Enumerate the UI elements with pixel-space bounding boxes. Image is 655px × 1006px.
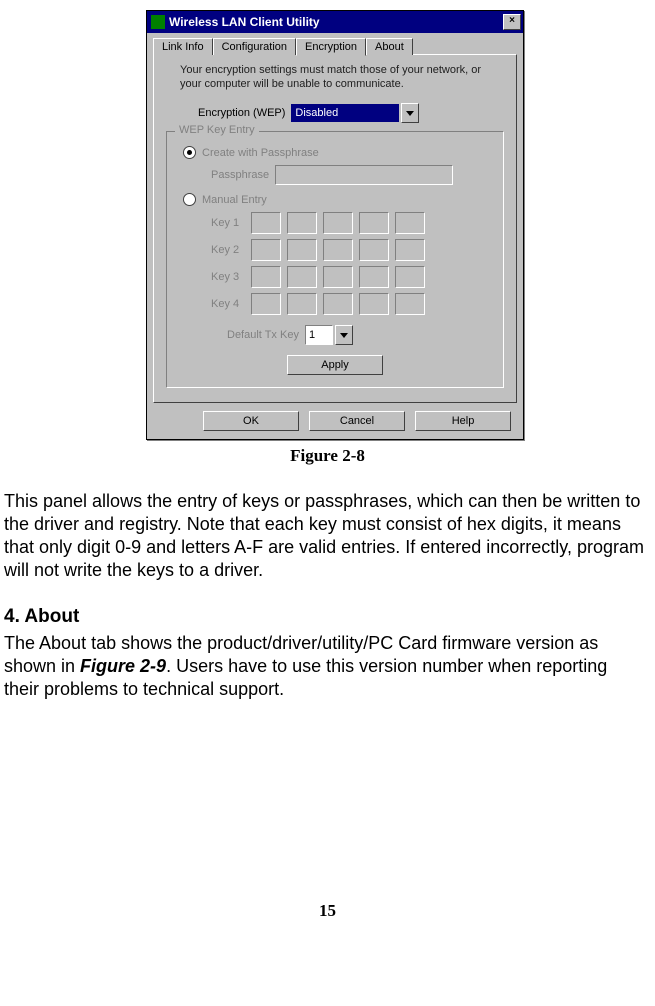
apply-button[interactable]: Apply (287, 355, 383, 375)
key3-label: Key 3 (211, 271, 251, 283)
dropdown-button[interactable] (335, 325, 353, 345)
key-grid: Key 1 Key 2 (211, 212, 493, 315)
encryption-panel: Your encryption settings must match thos… (153, 54, 517, 403)
passphrase-label: Passphrase (211, 169, 269, 181)
wlan-dialog: Wireless LAN Client Utility × Link Info … (146, 10, 524, 440)
paragraph-2: The About tab shows the product/driver/u… (4, 632, 647, 701)
key1-cell-5[interactable] (395, 212, 425, 234)
key1-cell-4[interactable] (359, 212, 389, 234)
wep-key-entry-group: WEP Key Entry Create with Passphrase Pas… (166, 131, 504, 388)
dropdown-button[interactable] (401, 103, 419, 123)
page-number: 15 (0, 901, 655, 921)
key1-cell-1[interactable] (251, 212, 281, 234)
encryption-value: Disabled (295, 107, 338, 119)
ok-label: OK (243, 415, 259, 427)
key3-cell-4[interactable] (359, 266, 389, 288)
default-tx-key-value: 1 (309, 329, 315, 341)
close-icon[interactable]: × (503, 14, 521, 30)
tab-label: Configuration (222, 41, 287, 53)
key2-cell-1[interactable] (251, 239, 281, 261)
chevron-down-icon (406, 111, 414, 116)
figure-caption: Figure 2-8 (0, 446, 655, 466)
key2-cell-4[interactable] (359, 239, 389, 261)
key2-cell-5[interactable] (395, 239, 425, 261)
tab-strip: Link Info Configuration Encryption About (153, 37, 517, 55)
heading-about: 4. About (4, 606, 655, 628)
default-tx-key-label: Default Tx Key (227, 329, 299, 341)
tab-about[interactable]: About (366, 38, 413, 55)
figure-reference: Figure 2-9 (80, 656, 166, 676)
key3-cell-3[interactable] (323, 266, 353, 288)
key2-label: Key 2 (211, 244, 251, 256)
panel-message: Your encryption settings must match thos… (164, 63, 506, 99)
key1-cell-3[interactable] (323, 212, 353, 234)
radio-passphrase-label: Create with Passphrase (202, 147, 319, 159)
key4-cell-4[interactable] (359, 293, 389, 315)
apply-label: Apply (321, 359, 349, 371)
help-button[interactable]: Help (415, 411, 511, 431)
key4-cell-3[interactable] (323, 293, 353, 315)
app-icon (151, 15, 165, 29)
radio-manual-label: Manual Entry (202, 194, 267, 206)
titlebar: Wireless LAN Client Utility × (147, 11, 523, 33)
key3-cell-1[interactable] (251, 266, 281, 288)
chevron-down-icon (340, 333, 348, 338)
radio-passphrase[interactable] (183, 146, 196, 159)
ok-button[interactable]: OK (203, 411, 299, 431)
tab-configuration[interactable]: Configuration (213, 38, 296, 55)
key1-cell-2[interactable] (287, 212, 317, 234)
tab-encryption[interactable]: Encryption (296, 38, 366, 56)
paragraph-1: This panel allows the entry of keys or p… (4, 490, 647, 582)
window-title: Wireless LAN Client Utility (169, 15, 503, 29)
cancel-button[interactable]: Cancel (309, 411, 405, 431)
key3-cell-5[interactable] (395, 266, 425, 288)
passphrase-field[interactable] (275, 165, 453, 185)
key2-cell-3[interactable] (323, 239, 353, 261)
key4-cell-1[interactable] (251, 293, 281, 315)
key3-cell-2[interactable] (287, 266, 317, 288)
key2-cell-2[interactable] (287, 239, 317, 261)
key4-cell-5[interactable] (395, 293, 425, 315)
help-label: Help (452, 415, 475, 427)
tab-label: About (375, 41, 404, 53)
group-legend: WEP Key Entry (175, 124, 259, 136)
radio-manual[interactable] (183, 193, 196, 206)
encryption-label: Encryption (WEP) (198, 107, 285, 119)
tab-label: Encryption (305, 41, 357, 53)
cancel-label: Cancel (340, 415, 374, 427)
default-tx-key-select[interactable]: 1 (305, 325, 333, 345)
key4-cell-2[interactable] (287, 293, 317, 315)
key4-label: Key 4 (211, 298, 251, 310)
encryption-select[interactable]: Disabled (291, 104, 399, 122)
key1-label: Key 1 (211, 217, 251, 229)
tab-label: Link Info (162, 41, 204, 53)
tab-link-info[interactable]: Link Info (153, 38, 213, 55)
